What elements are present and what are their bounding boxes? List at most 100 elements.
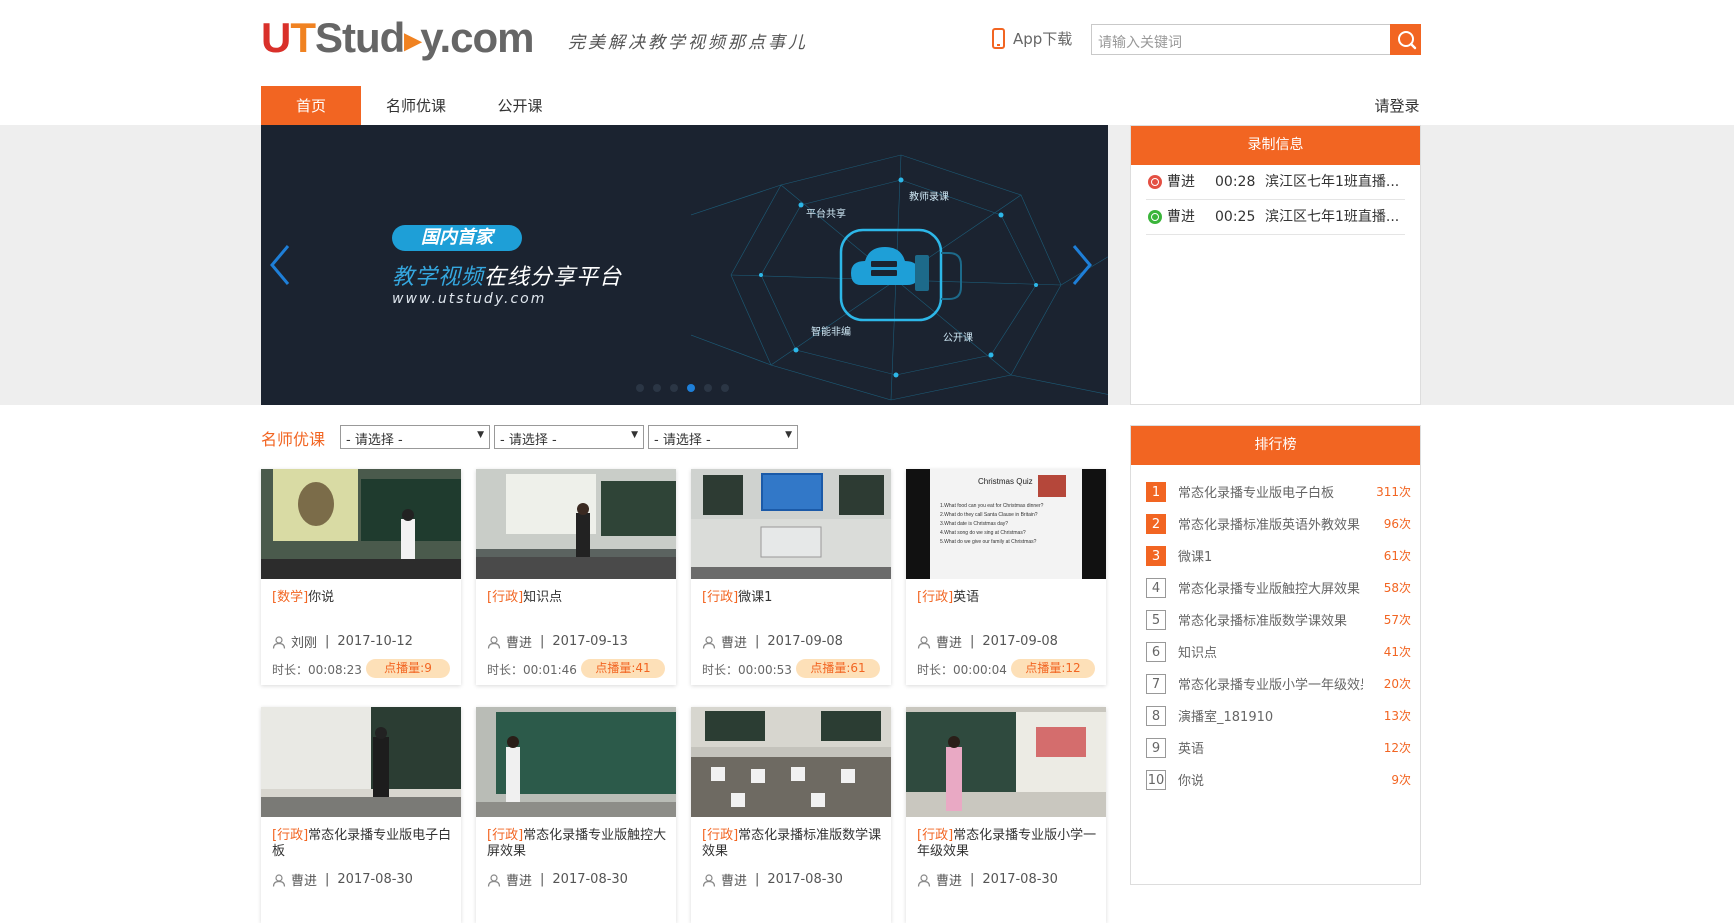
course-card[interactable]: Christmas Quiz 1.What food can you eat f… bbox=[906, 469, 1106, 685]
search-input[interactable]: 请输入关键词 bbox=[1091, 24, 1391, 55]
ranking-item[interactable]: 6 知识点 41次 bbox=[1146, 636, 1411, 668]
course-title[interactable]: [行政]英语 bbox=[917, 590, 1097, 606]
course-title[interactable]: [数学]你说 bbox=[272, 590, 452, 606]
nav-home[interactable]: 首页 bbox=[261, 86, 361, 125]
logo-letter-u: U bbox=[261, 14, 291, 61]
ranking-item[interactable]: 1 常态化录播专业版电子白板 311次 bbox=[1146, 476, 1411, 508]
course-card[interactable]: [行政]常态化录播专业版小学一年级效果 曹进 | 2017-08-30 bbox=[906, 707, 1106, 923]
course-title[interactable]: [行政]常态化录播标准版数学课效果 bbox=[702, 828, 882, 860]
rank-title[interactable]: 常态化录播专业版小学一年级效果 bbox=[1178, 674, 1363, 693]
course-card[interactable]: [行政]微课1 曹进 | 2017-09-08 时长：00:00:53 点播量:61 bbox=[691, 469, 891, 685]
course-card[interactable]: [行政]常态化录播标准版数学课效果 曹进 | 2017-08-30 bbox=[691, 707, 891, 923]
course-title[interactable]: [行政]常态化录播专业版电子白板 bbox=[272, 828, 452, 860]
rank-title[interactable]: 演播室_181910 bbox=[1178, 706, 1363, 725]
login-link[interactable]: 请登录 bbox=[1370, 86, 1424, 125]
course-card[interactable]: [行政]常态化录播专业版电子白板 曹进 | 2017-08-30 bbox=[261, 707, 461, 923]
course-thumbnail[interactable] bbox=[261, 707, 461, 817]
carousel-dot[interactable] bbox=[653, 384, 661, 392]
search-button[interactable] bbox=[1390, 24, 1421, 55]
course-category: [行政] bbox=[917, 590, 954, 605]
course-thumbnail[interactable] bbox=[476, 469, 676, 579]
course-title[interactable]: [行政]常态化录播专业版触控大屏效果 bbox=[487, 828, 667, 860]
site-header: UTStud▶y.com 完美解决教学视频那点事儿 App下载 请输入关键词 bbox=[0, 0, 1734, 86]
course-thumbnail[interactable] bbox=[691, 469, 891, 579]
ranking-item[interactable]: 9 英语 12次 bbox=[1146, 732, 1411, 764]
course-thumbnail[interactable] bbox=[261, 469, 461, 579]
course-meta: 曹进 | 2017-08-30 bbox=[917, 870, 1058, 889]
filter-select-1[interactable]: - 请选择 - ▼ bbox=[340, 425, 490, 449]
course-author: 曹进 bbox=[936, 874, 963, 889]
recording-user: 曹进 bbox=[1167, 174, 1195, 190]
course-thumbnail[interactable] bbox=[691, 707, 891, 817]
rank-number: 7 bbox=[1146, 674, 1166, 694]
course-meta: 曹进 | 2017-08-30 bbox=[487, 870, 628, 889]
rank-title[interactable]: 常态化录播标准版英语外教效果 bbox=[1178, 514, 1363, 533]
rank-title[interactable]: 常态化录播标准版数学课效果 bbox=[1178, 610, 1363, 629]
banner-carousel[interactable]: 平台共享 教师录课 智能非编 公开课 国内首家 教学视频在线分享平台 www.u… bbox=[261, 125, 1108, 405]
carousel-dot[interactable] bbox=[670, 384, 678, 392]
ranking-item[interactable]: 8 演播室_181910 13次 bbox=[1146, 700, 1411, 732]
course-meta: 刘刚 | 2017-10-12 bbox=[272, 632, 413, 651]
site-logo[interactable]: UTStud▶y.com bbox=[261, 14, 535, 65]
app-download-link[interactable]: App下载 bbox=[992, 28, 1072, 49]
dropdown-caret-icon: ▼ bbox=[477, 430, 484, 440]
view-count-badge: 点播量:41 bbox=[581, 659, 665, 678]
rank-title[interactable]: 知识点 bbox=[1178, 642, 1363, 661]
course-thumbnail[interactable] bbox=[476, 707, 676, 817]
nav-open-courses[interactable]: 公开课 bbox=[488, 86, 552, 125]
recording-row[interactable]: 曹进 00:28 滨江区七年1班直播... bbox=[1146, 165, 1405, 200]
banner-label-share: 平台共享 bbox=[806, 207, 846, 220]
ranking-panel: 排行榜 1 常态化录播专业版电子白板 311次 2 常态化录播标准版英语外教效果 96次 3… bbox=[1130, 425, 1421, 885]
course-date: 2017-09-08 bbox=[982, 634, 1058, 649]
rank-count: 58次 bbox=[1383, 581, 1411, 595]
course-thumbnail[interactable]: Christmas Quiz 1.What food can you eat f… bbox=[906, 469, 1106, 579]
rank-number: 4 bbox=[1146, 578, 1166, 598]
course-title[interactable]: [行政]常态化录播专业版小学一年级效果 bbox=[917, 828, 1097, 860]
course-card[interactable]: [行政]常态化录播专业版触控大屏效果 曹进 | 2017-08-30 bbox=[476, 707, 676, 923]
course-meta: 曹进 | 2017-08-30 bbox=[272, 870, 413, 889]
filter-select-2[interactable]: - 请选择 - ▼ bbox=[494, 425, 644, 449]
rank-title[interactable]: 常态化录播专业版电子白板 bbox=[1178, 482, 1363, 501]
meta-separator: | bbox=[970, 634, 975, 649]
ranking-item[interactable]: 2 常态化录播标准版英语外教效果 96次 bbox=[1146, 508, 1411, 540]
course-title[interactable]: [行政]微课1 bbox=[702, 590, 882, 606]
rank-count: 96次 bbox=[1383, 517, 1411, 531]
course-card[interactable]: [数学]你说 刘刚 | 2017-10-12 时长：00:08:23 点播量:9 bbox=[261, 469, 461, 685]
rank-title[interactable]: 常态化录播专业版触控大屏效果 bbox=[1178, 578, 1363, 597]
ranking-item[interactable]: 10 你说 9次 bbox=[1146, 764, 1411, 796]
course-name: 英语 bbox=[953, 590, 980, 605]
course-title[interactable]: [行政]知识点 bbox=[487, 590, 667, 606]
nav-teacher-courses[interactable]: 名师优课 bbox=[376, 86, 456, 125]
quiz-line: 1.What food can you eat for Christmas di… bbox=[940, 503, 1044, 509]
banner-url: www.utstudy.com bbox=[392, 291, 547, 307]
search-icon bbox=[1398, 31, 1417, 50]
filter-select-3[interactable]: - 请选择 - ▼ bbox=[648, 425, 798, 449]
rank-title[interactable]: 英语 bbox=[1178, 738, 1363, 757]
banner-label-record: 教师录课 bbox=[909, 190, 949, 203]
rank-title[interactable]: 你说 bbox=[1178, 770, 1363, 789]
carousel-dot[interactable] bbox=[721, 384, 729, 392]
ranking-item[interactable]: 4 常态化录播专业版触控大屏效果 58次 bbox=[1146, 572, 1411, 604]
ranking-item[interactable]: 3 微课1 61次 bbox=[1146, 540, 1411, 572]
carousel-next-icon[interactable] bbox=[1066, 240, 1096, 290]
rank-title[interactable]: 微课1 bbox=[1178, 546, 1363, 565]
recording-row[interactable]: 曹进 00:25 滨江区七年1班直播... bbox=[1146, 200, 1405, 235]
ranking-item[interactable]: 7 常态化录播专业版小学一年级效果 20次 bbox=[1146, 668, 1411, 700]
carousel-dot[interactable] bbox=[704, 384, 712, 392]
logo-text-a: Stud bbox=[315, 14, 405, 61]
carousel-prev-icon[interactable] bbox=[266, 240, 296, 290]
course-author: 曹进 bbox=[936, 636, 963, 651]
recording-title: 滨江区七年1班直播... bbox=[1265, 174, 1400, 190]
course-category: [数学] bbox=[272, 590, 309, 605]
course-card[interactable]: [行政]知识点 曹进 | 2017-09-13 时长：00:01:46 点播量:41 bbox=[476, 469, 676, 685]
meta-separator: | bbox=[755, 634, 760, 649]
banner-title-rest: 在线分享平台 bbox=[484, 265, 623, 290]
rank-number: 8 bbox=[1146, 706, 1166, 726]
rank-number: 9 bbox=[1146, 738, 1166, 758]
course-thumbnail[interactable] bbox=[906, 707, 1106, 817]
carousel-dot[interactable] bbox=[636, 384, 644, 392]
recording-info-panel: 录制信息 曹进 00:28 滨江区七年1班直播... 曹进 00:25 滨江区七… bbox=[1130, 125, 1421, 405]
main-nav: 首页 名师优课 公开课 请登录 bbox=[0, 86, 1734, 125]
carousel-dot[interactable] bbox=[687, 384, 695, 392]
ranking-item[interactable]: 5 常态化录播标准版数学课效果 57次 bbox=[1146, 604, 1411, 636]
